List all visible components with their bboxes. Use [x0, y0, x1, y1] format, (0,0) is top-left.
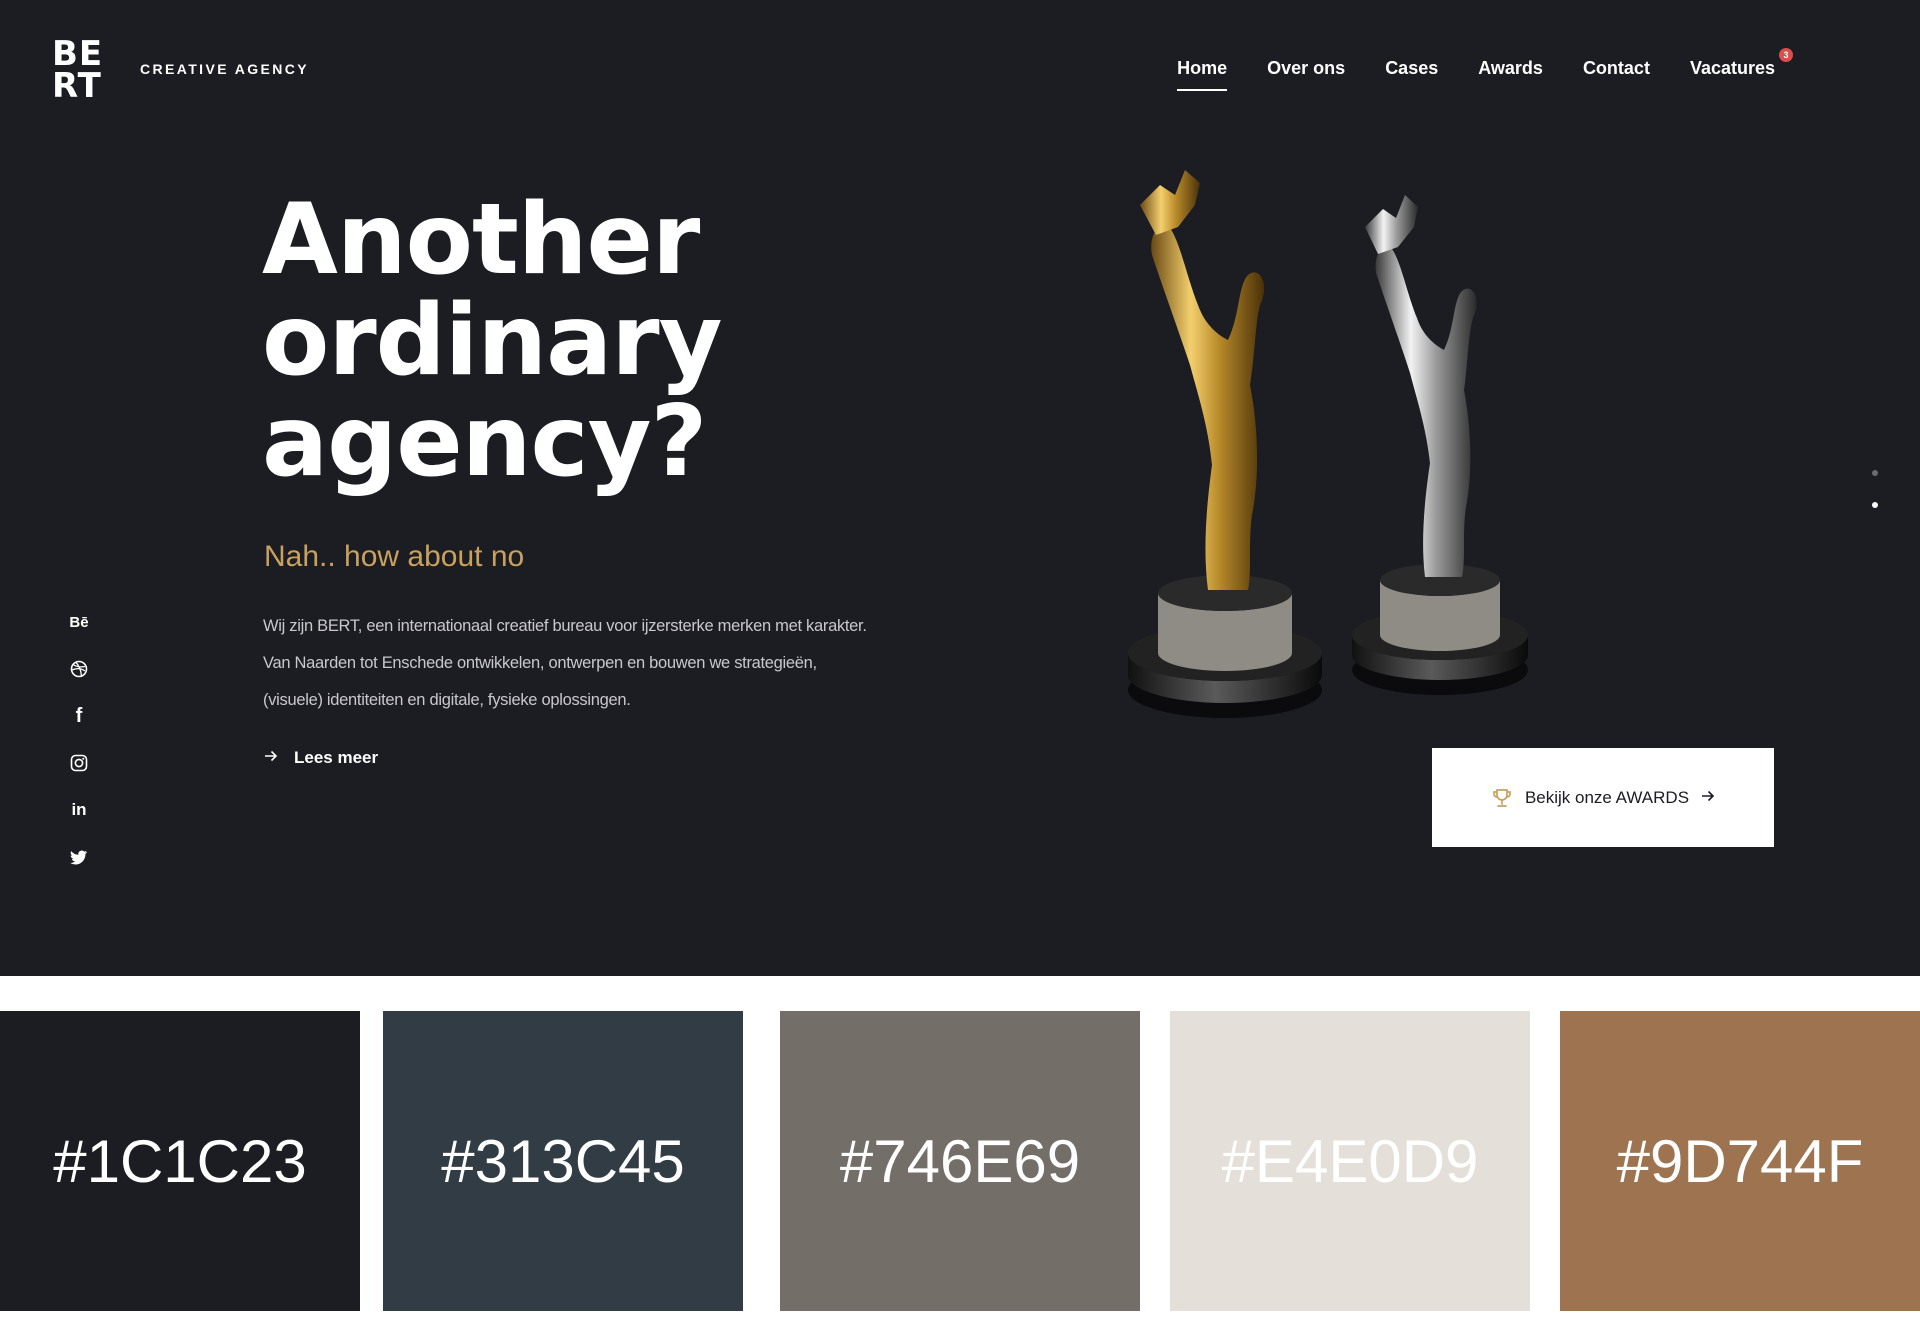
main-nav: Home Over ons Cases Awards Contact Vacat…: [1177, 48, 1793, 91]
headline-line: Another: [262, 183, 700, 297]
vacatures-badge: 3: [1779, 48, 1793, 62]
logo-bottom: RT: [52, 66, 102, 106]
read-more-label: Lees meer: [294, 748, 379, 767]
hero-headline: Another ordinary agency?: [262, 183, 723, 499]
hero-description: Wij zijn BERT, een internationaal creati…: [263, 608, 923, 719]
trophy-icon: [1491, 787, 1513, 809]
description-line: (visuele) identiteiten en digitale, fysi…: [263, 691, 631, 709]
dribbble-icon[interactable]: [68, 657, 90, 681]
color-swatch: #313C45: [383, 1011, 743, 1311]
slider-dot-active[interactable]: [1872, 502, 1878, 508]
nav-vacatures[interactable]: Vacatures 3: [1689, 48, 1793, 91]
instagram-icon[interactable]: [68, 751, 90, 775]
gold-trophy: [1128, 170, 1322, 718]
color-swatch: #746E69: [780, 1011, 1140, 1311]
silver-trophy: [1352, 195, 1528, 695]
color-swatch: #1C1C23: [0, 1011, 360, 1311]
social-links: Bē f in: [68, 610, 90, 869]
swatch-label: #1C1C23: [53, 1127, 307, 1195]
nav-home[interactable]: Home: [1177, 58, 1228, 91]
slider-dots: [1872, 470, 1878, 508]
linkedin-icon[interactable]: in: [68, 798, 90, 822]
nav-vacatures-label: Vacatures: [1689, 58, 1775, 78]
color-swatch: #9D744F: [1560, 1011, 1920, 1311]
nav-over-ons[interactable]: Over ons: [1267, 58, 1345, 91]
read-more-link[interactable]: Lees meer: [264, 748, 378, 768]
award-trophies-image: [1128, 170, 1528, 718]
behance-icon[interactable]: Bē: [68, 610, 90, 634]
view-awards-label: Bekijk onze AWARDS: [1524, 787, 1690, 807]
swatch-label: #E4E0D9: [1221, 1127, 1479, 1195]
hero-section: BE RT CREATIVE AGENCY Home Over ons Case…: [0, 0, 1920, 976]
description-line: Wij zijn BERT, een internationaal creati…: [263, 617, 867, 635]
arrow-right-icon: [264, 749, 278, 767]
twitter-icon[interactable]: [68, 845, 90, 869]
slider-dot[interactable]: [1872, 470, 1878, 476]
tagline: CREATIVE AGENCY: [140, 61, 310, 77]
facebook-icon[interactable]: f: [68, 704, 90, 728]
swatch-label: #746E69: [839, 1127, 1081, 1195]
color-swatch: #E4E0D9: [1170, 1011, 1530, 1311]
nav-awards[interactable]: Awards: [1478, 58, 1543, 91]
bert-logo[interactable]: BE RT: [52, 37, 102, 106]
nav-cases[interactable]: Cases: [1385, 58, 1438, 91]
headline-line: agency?: [262, 385, 707, 499]
hero-subhead: Nah.. how about no: [264, 540, 525, 573]
view-awards-button[interactable]: Bekijk onze AWARDS: [1432, 748, 1774, 847]
arrow-right-icon: [1701, 789, 1715, 807]
description-line: Van Naarden tot Enschede ontwikkelen, on…: [263, 654, 817, 672]
headline-line: ordinary: [262, 284, 723, 398]
swatch-label: #313C45: [441, 1127, 685, 1195]
swatch-label: #9D744F: [1616, 1127, 1864, 1195]
nav-contact[interactable]: Contact: [1583, 58, 1650, 91]
